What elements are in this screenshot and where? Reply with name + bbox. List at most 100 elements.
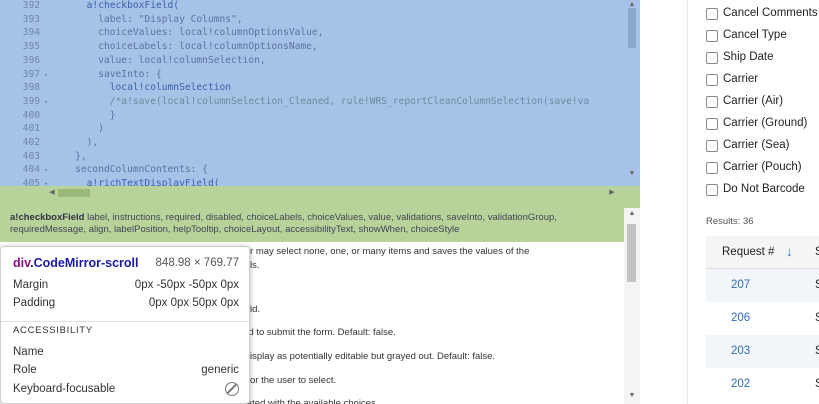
code-line[interactable]: 400 } [0,109,116,123]
code-text: }, [52,150,87,162]
table-row[interactable]: 203 Sc [706,335,819,368]
code-line[interactable]: 394 choiceValues: local!columnOptionsVal… [0,26,324,40]
code-line[interactable]: 395 choiceLabels: local!columnOptionsNam… [0,40,318,54]
tooltip-element-title: div.CodeMirror-scroll [13,256,139,270]
checkbox-input[interactable] [706,74,718,86]
checkbox-input[interactable] [706,184,718,196]
report-panel: Cancel Comments Cancel Type Ship Date Carri… [687,0,819,404]
docs-scroll-down-icon[interactable]: ▼ [624,392,640,400]
margin-value: 0px -50px -50px 0px [134,279,239,291]
fold-arrow-icon[interactable]: ▾ [40,178,52,186]
code-line[interactable]: 392 a!checkboxField( [0,0,179,13]
checkbox-label[interactable]: Cancel Comments [723,7,818,19]
checkbox-input[interactable] [706,52,718,64]
checkbox-label[interactable]: Ship Date [723,51,774,63]
code-text: a!richTextDisplayField( [52,178,220,186]
code-text: ) [52,123,104,135]
code-text: /*a!save(local!columnSelection_Cleaned, … [52,95,590,107]
code-line[interactable]: 393 label: "Display Columns", [0,13,243,27]
line-number: 404 [22,164,40,176]
accessibility-heading: ACCESSIBILITY [13,325,93,336]
column-header-request[interactable]: Request # [722,246,774,258]
checkbox-label[interactable]: Carrier (Air) [723,95,783,107]
code-line[interactable]: 403 }, [0,150,87,164]
checkbox-input[interactable] [706,30,718,42]
line-number: 395 [22,41,40,53]
checkbox-input[interactable] [706,8,718,20]
padding-value: 0px 0px 50px 0px [148,297,239,309]
code-horizontal-scrollbar[interactable]: ◀ ▶ [0,186,640,200]
checkbox-label[interactable]: Carrier [723,73,758,85]
code-text: a!checkboxField( [52,0,180,11]
code-text: local!columnSelection [52,82,232,94]
line-number: 398 [22,82,40,94]
table-row[interactable]: 206 Sc [706,302,819,335]
request-id-link[interactable]: 203 [731,345,750,357]
results-grid: Request # ↓ S 207 Sc 206 Sc 203 Sc 202 Sc [706,236,819,404]
tooltip-role-row: Role generic [13,364,239,380]
checkbox-label[interactable]: Carrier (Pouch) [723,161,802,173]
line-number: 394 [22,27,40,39]
column-header-next[interactable]: S [815,246,819,258]
code-text: secondColumnContents: { [52,164,208,176]
tooltip-size: 848.98 × 769.77 [155,257,239,269]
docs-vertical-scrollbar[interactable]: ▲ ▼ [624,208,640,404]
fold-arrow-icon[interactable]: ▾ [40,164,52,178]
code-line[interactable]: 396 value: local!columnSelection, [0,54,266,68]
fold-arrow-icon[interactable]: ▾ [40,96,52,110]
checkbox-input[interactable] [706,140,718,152]
code-text: choiceValues: local!columnOptionsValue, [52,27,324,39]
code-editor[interactable]: 392 a!checkboxField(393 label: "Display … [0,0,640,404]
code-text: saveInto: { [52,68,162,80]
code-text: } [52,109,116,121]
code-vertical-scrollbar[interactable]: ▲ ▼ [624,0,640,186]
code-area[interactable]: 392 a!checkboxField(393 label: "Display … [0,0,624,186]
code-hscroll-thumb[interactable] [58,189,90,197]
signature-function-name: a!checkboxField [10,212,85,223]
code-line[interactable]: 401 ) [0,122,104,136]
checkbox-input[interactable] [706,118,718,130]
scroll-down-arrow-icon[interactable]: ▼ [624,170,640,178]
code-line[interactable]: 404 ▾ secondColumnContents: { [0,163,208,177]
arrow-down-icon[interactable]: ↓ [786,244,793,259]
table-row[interactable]: 207 Sc [706,269,819,302]
devtools-inspect-tooltip: div.CodeMirror-scroll 848.98 × 769.77 Ma… [0,246,250,404]
name-label: Name [13,346,44,358]
code-text: choiceLabels: local!columnOptionsName, [52,41,318,53]
line-number: 405 [22,178,40,186]
tooltip-margin-row: Margin 0px -50px -50px 0px [13,279,239,295]
request-id-link[interactable]: 206 [731,312,750,324]
scroll-right-arrow-icon[interactable]: ▶ [604,189,620,197]
tooltip-divider [1,321,249,322]
checkbox-input[interactable] [706,96,718,108]
code-line[interactable]: 402 ), [0,136,99,150]
line-number: 400 [22,109,40,121]
next-column-cell: Sc [815,378,819,390]
request-id-link[interactable]: 202 [731,378,750,390]
code-line[interactable]: 397 ▾ saveInto: { [0,68,162,82]
checkbox-label[interactable]: Cancel Type [723,29,787,41]
table-row[interactable]: 202 Sc [706,368,819,401]
request-id-link[interactable]: 207 [731,279,750,291]
checkbox-label[interactable]: Carrier (Ground) [723,117,807,129]
docs-scroll-up-icon[interactable]: ▲ [624,210,640,218]
code-line[interactable]: 399 ▾ /*a!save(local!columnSelection_Clea… [0,95,590,110]
code-scroll-thumb[interactable] [628,8,636,48]
code-line[interactable]: 398 local!columnSelection [0,81,231,95]
code-text: ), [52,137,99,148]
code-line[interactable]: 405 ▾ a!richTextDisplayField( [0,177,220,186]
next-column-cell: Sc [815,279,819,291]
checkbox-input[interactable] [706,162,718,174]
code-text: value: local!columnSelection, [52,54,266,66]
line-number: 392 [22,0,40,11]
checkbox-label[interactable]: Do Not Barcode [723,183,805,195]
line-number: 393 [22,13,40,25]
tooltip-name-row: Name [13,346,239,362]
doc-text-line: red to submit the form. Default: false. [240,327,396,338]
docs-scroll-thumb[interactable] [627,224,636,282]
checkbox-label[interactable]: Carrier (Sea) [723,139,789,151]
signature-params: label, instructions, required, disabled,… [10,212,557,235]
fold-arrow-icon[interactable]: ▾ [40,69,52,83]
doc-text-line: l display as potentially editable but gr… [240,351,496,362]
results-count: Results: 36 [706,216,754,227]
